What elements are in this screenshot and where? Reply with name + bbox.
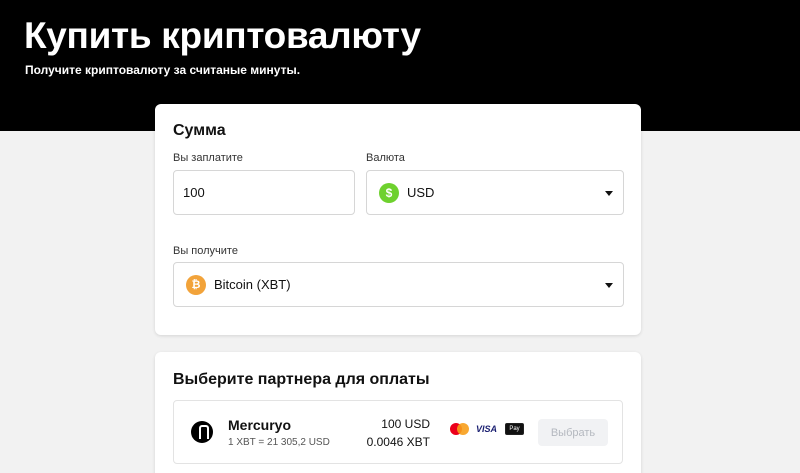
pay-amount-value: 100 [183, 185, 205, 200]
dollar-coin-icon: $ [379, 183, 399, 203]
receive-label: Вы получите [173, 245, 238, 257]
provider-row-mercuryo[interactable]: Mercuryo 1 XBT = 21 305,2 USD 100 USD 0.… [173, 400, 623, 464]
pay-amount-label: Вы заплатите [173, 152, 243, 164]
visa-icon: VISA [476, 424, 498, 434]
bitcoin-coin-icon: ₿ [186, 275, 206, 295]
crypto-value: Bitcoin (XBT) [214, 277, 291, 292]
partner-card-title: Выберите партнера для оплаты [173, 371, 430, 388]
select-provider-button[interactable]: Выбрать [538, 419, 608, 446]
currency-select[interactable]: $ USD [366, 170, 624, 215]
chevron-down-icon [605, 191, 613, 196]
page-title: Купить криптовалюту [24, 15, 421, 56]
provider-fiat-amount: 100 USD [381, 417, 430, 431]
crypto-select[interactable]: ₿ Bitcoin (XBT) [173, 262, 624, 307]
currency-value: USD [407, 185, 435, 200]
currency-label: Валюта [366, 152, 405, 164]
page-subtitle: Получите криптовалюту за считаные минуты… [25, 63, 301, 77]
provider-rate: 1 XBT = 21 305,2 USD [228, 437, 330, 448]
pay-amount-input[interactable]: 100 [173, 170, 355, 215]
provider-crypto-amount: 0.0046 XBT [366, 435, 430, 449]
mercuryo-logo-icon [191, 421, 213, 443]
provider-name: Mercuryo [228, 417, 292, 433]
apple-pay-icon: Pay [505, 423, 524, 435]
chevron-down-icon [605, 283, 613, 288]
amount-card: Сумма Вы заплатите 100 Валюта $ USD Вы п… [155, 104, 641, 335]
partner-card: Выберите партнера для оплаты Mercuryo 1 … [155, 352, 641, 473]
mastercard-icon [450, 423, 469, 435]
amount-card-title: Сумма [173, 122, 226, 139]
